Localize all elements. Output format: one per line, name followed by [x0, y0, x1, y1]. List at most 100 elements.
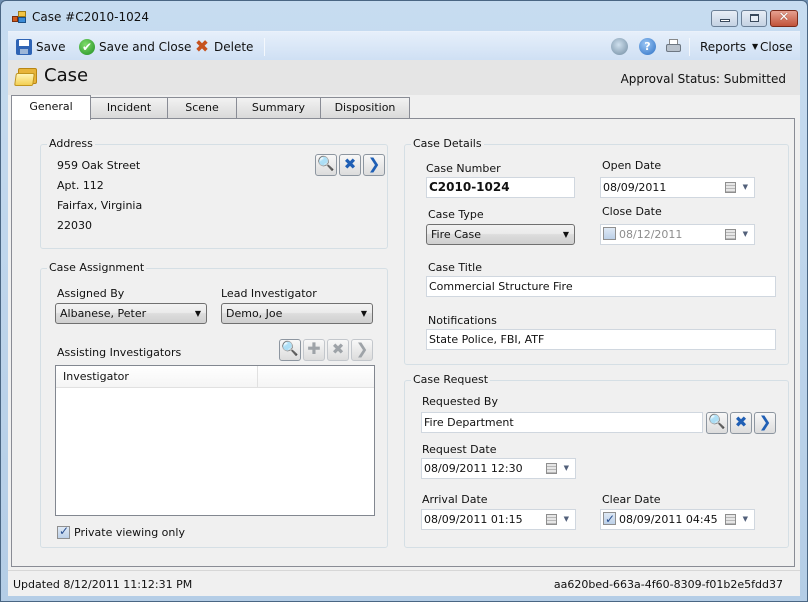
- plugin-icon[interactable]: [611, 38, 628, 55]
- address-group: Address 959 Oak Street Apt. 112 Fairfax,…: [40, 137, 388, 249]
- case-request-group: Case Request Requested By Fire Departmen…: [404, 373, 789, 548]
- chevron-down-icon: ▼: [742, 183, 748, 191]
- request-date-picker[interactable]: 08/09/2011 12:30 ▼: [421, 458, 576, 479]
- tab-incident[interactable]: Incident: [90, 97, 168, 119]
- open-date-label: Open Date: [602, 159, 662, 172]
- address-clear-button[interactable]: ✖: [339, 154, 361, 176]
- general-tab-page: Address 959 Oak Street Apt. 112 Fairfax,…: [11, 118, 795, 567]
- case-request-group-title: Case Request: [411, 373, 491, 386]
- app-icon: [12, 11, 26, 23]
- assisting-investigators-grid[interactable]: Investigator: [55, 365, 375, 516]
- open-date-picker[interactable]: 08/09/2011 ▼: [600, 177, 755, 198]
- open-date-value: 08/09/2011: [603, 181, 667, 194]
- private-viewing-checkbox[interactable]: [57, 524, 70, 539]
- chevron-down-icon: ▼: [194, 309, 201, 318]
- request-date-label: Request Date: [422, 443, 497, 456]
- requested-by-clear-button[interactable]: ✖: [730, 412, 752, 434]
- maximize-button[interactable]: [741, 10, 767, 27]
- close-label: Close: [760, 39, 793, 54]
- requested-by-field[interactable]: Fire Department: [421, 412, 703, 433]
- case-details-group: Case Details Case Number C2010-1024 Open…: [404, 137, 789, 365]
- notifications-field[interactable]: State Police, FBI, ATF: [426, 329, 776, 350]
- chevron-down-icon: ▼: [742, 230, 748, 238]
- case-number-label: Case Number: [426, 162, 501, 175]
- chevron-down-icon: ▼: [752, 42, 759, 51]
- case-type-select[interactable]: Fire Case ▼: [426, 224, 575, 245]
- maximize-icon: [750, 14, 759, 22]
- chevron-down-icon: ▼: [563, 464, 569, 472]
- check-icon: ✔: [79, 38, 95, 55]
- print-icon[interactable]: [665, 38, 682, 55]
- close-date-picker[interactable]: 08/12/2011 ▼: [600, 224, 755, 245]
- investigator-add-button[interactable]: ✚: [303, 339, 325, 361]
- close-date-label: Close Date: [602, 205, 662, 218]
- window-close-button[interactable]: ✕: [770, 10, 798, 27]
- close-icon: ✕: [778, 10, 790, 25]
- help-icon[interactable]: ?: [639, 38, 656, 55]
- request-date-value: 08/09/2011 12:30: [424, 462, 523, 475]
- address-search-button[interactable]: 🔍: [315, 154, 337, 176]
- case-number-field[interactable]: C2010-1024: [426, 177, 575, 198]
- chevron-down-icon: ▼: [562, 230, 569, 239]
- investigator-remove-button[interactable]: ✖: [327, 339, 349, 361]
- arrival-date-label: Arrival Date: [422, 493, 488, 506]
- toolbar-separator: [689, 38, 690, 56]
- window-title: Case #C2010-1024: [32, 10, 150, 24]
- address-open-button[interactable]: ❯: [363, 154, 385, 176]
- notifications-label: Notifications: [428, 314, 497, 327]
- calendar-icon: [546, 463, 557, 474]
- chevron-right-icon: ❯: [367, 155, 381, 173]
- clear-date-label: Clear Date: [602, 493, 661, 506]
- save-button[interactable]: Save: [16, 32, 65, 61]
- close-date-checkbox[interactable]: [603, 227, 616, 240]
- requested-by-label: Requested By: [422, 395, 498, 408]
- reports-dropdown[interactable]: Reports ▼: [700, 32, 758, 61]
- clear-icon: ✖: [734, 413, 748, 431]
- header-band: Case Approval Status: Submitted: [8, 60, 800, 95]
- clear-icon: ✖: [343, 155, 357, 173]
- clear-date-picker[interactable]: 08/09/2011 04:45 ▼: [600, 509, 755, 530]
- arrival-date-picker[interactable]: 08/09/2011 01:15 ▼: [421, 509, 576, 530]
- tab-summary[interactable]: Summary: [236, 97, 321, 119]
- case-title-field[interactable]: Commercial Structure Fire: [426, 276, 776, 297]
- toolbar: Save ✔ Save and Close ✖ Delete ? Reports…: [8, 31, 800, 60]
- minimize-button[interactable]: [711, 10, 738, 27]
- tab-disposition[interactable]: Disposition: [320, 97, 410, 119]
- search-icon: 🔍: [708, 414, 726, 430]
- folder-icon: [14, 68, 37, 86]
- calendar-icon: [725, 229, 736, 240]
- case-details-group-title: Case Details: [411, 137, 484, 150]
- requested-by-search-button[interactable]: 🔍: [706, 412, 728, 434]
- calendar-icon: [546, 514, 557, 525]
- requested-by-open-button[interactable]: ❯: [754, 412, 776, 434]
- assigned-by-select[interactable]: Albanese, Peter ▼: [55, 303, 207, 324]
- grid-column-investigator[interactable]: Investigator: [56, 366, 258, 388]
- chevron-down-icon: ▼: [563, 515, 569, 523]
- plus-icon: ✚: [307, 339, 321, 358]
- grid-column-extra[interactable]: [258, 366, 374, 388]
- close-button[interactable]: Close: [760, 32, 793, 61]
- status-bar: Updated 8/12/2011 11:12:31 PM aa620bed-6…: [8, 570, 800, 596]
- reports-label: Reports: [700, 39, 747, 54]
- assigned-by-value: Albanese, Peter: [60, 307, 147, 320]
- delete-label: Delete: [214, 39, 254, 54]
- clear-date-checkbox[interactable]: [603, 510, 616, 529]
- address-line-1: 959 Oak Street: [57, 159, 141, 172]
- lead-investigator-select[interactable]: Demo, Joe ▼: [221, 303, 373, 324]
- case-assignment-group: Case Assignment Assigned By Albanese, Pe…: [40, 261, 388, 548]
- tab-scene[interactable]: Scene: [167, 97, 237, 119]
- save-label: Save: [36, 39, 66, 54]
- delete-button[interactable]: ✖ Delete: [194, 32, 254, 61]
- record-id: aa620bed-663a-4f60-8309-f01b2e5fdd37: [553, 578, 783, 591]
- private-viewing-label: Private viewing only: [74, 526, 185, 539]
- assisting-investigators-label: Assisting Investigators: [57, 346, 182, 359]
- investigator-open-button[interactable]: ❯: [351, 339, 373, 361]
- search-icon: 🔍: [281, 341, 299, 357]
- tab-general[interactable]: General: [11, 95, 91, 120]
- save-and-close-button[interactable]: ✔ Save and Close: [79, 32, 191, 61]
- investigator-search-button[interactable]: 🔍: [279, 339, 301, 361]
- case-assignment-group-title: Case Assignment: [47, 261, 147, 274]
- address-line-3: Fairfax, Virginia: [57, 199, 143, 212]
- lead-investigator-value: Demo, Joe: [226, 307, 283, 320]
- arrival-date-value: 08/09/2011 01:15: [424, 513, 523, 526]
